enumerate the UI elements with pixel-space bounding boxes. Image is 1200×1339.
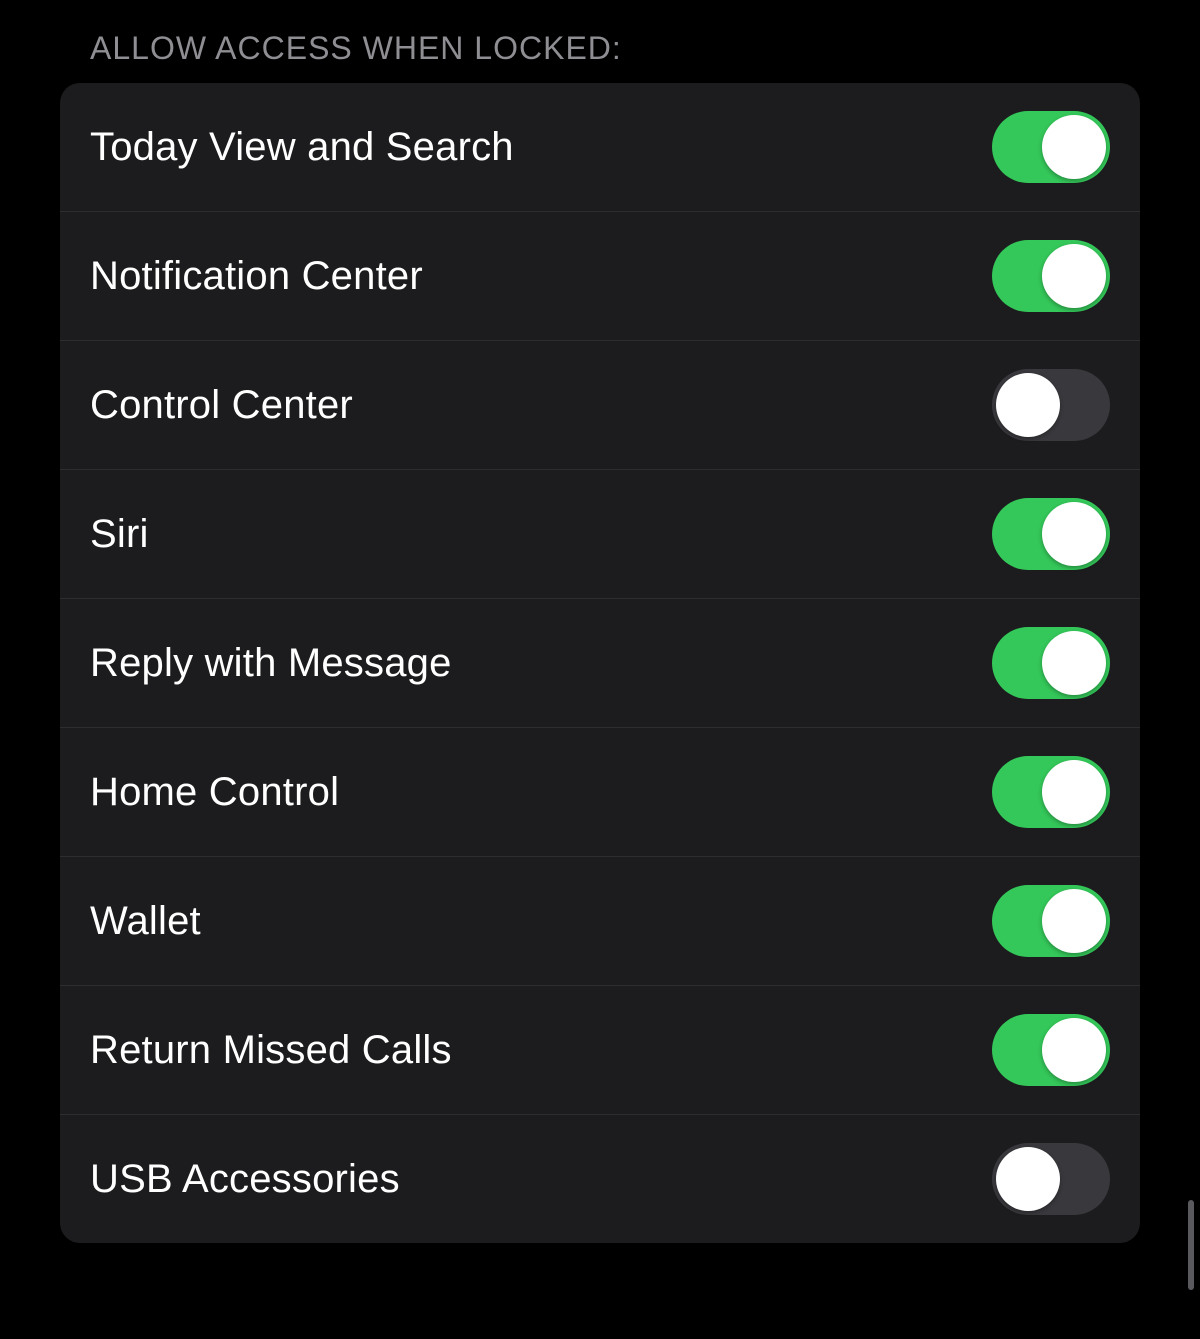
setting-label: USB Accessories (90, 1157, 400, 1202)
section-header: ALLOW ACCESS WHEN LOCKED: (60, 30, 1140, 67)
setting-row-wallet: Wallet (60, 857, 1140, 986)
toggle-knob (1042, 760, 1106, 824)
setting-row-notification-center: Notification Center (60, 212, 1140, 341)
toggle-knob (1042, 1018, 1106, 1082)
setting-row-reply-with-message: Reply with Message (60, 599, 1140, 728)
toggle-notification-center[interactable] (992, 240, 1110, 312)
setting-row-control-center: Control Center (60, 341, 1140, 470)
setting-label: Siri (90, 512, 149, 557)
setting-label: Notification Center (90, 254, 423, 299)
toggle-return-missed-calls[interactable] (992, 1014, 1110, 1086)
setting-row-today-view-and-search: Today View and Search (60, 83, 1140, 212)
toggle-siri[interactable] (992, 498, 1110, 570)
toggle-knob (1042, 889, 1106, 953)
setting-row-return-missed-calls: Return Missed Calls (60, 986, 1140, 1115)
toggle-knob (1042, 631, 1106, 695)
toggle-knob (996, 1147, 1060, 1211)
setting-row-usb-accessories: USB Accessories (60, 1115, 1140, 1243)
toggle-knob (1042, 502, 1106, 566)
setting-label: Return Missed Calls (90, 1028, 452, 1073)
setting-label: Control Center (90, 383, 353, 428)
setting-label: Today View and Search (90, 125, 514, 170)
setting-row-siri: Siri (60, 470, 1140, 599)
toggle-wallet[interactable] (992, 885, 1110, 957)
toggle-today-view-and-search[interactable] (992, 111, 1110, 183)
toggle-control-center[interactable] (992, 369, 1110, 441)
toggle-home-control[interactable] (992, 756, 1110, 828)
setting-row-home-control: Home Control (60, 728, 1140, 857)
toggle-reply-with-message[interactable] (992, 627, 1110, 699)
setting-label: Wallet (90, 899, 201, 944)
toggle-knob (996, 373, 1060, 437)
setting-label: Reply with Message (90, 641, 452, 686)
scrollbar-indicator[interactable] (1188, 1200, 1194, 1290)
setting-label: Home Control (90, 770, 339, 815)
toggle-knob (1042, 115, 1106, 179)
toggle-usb-accessories[interactable] (992, 1143, 1110, 1215)
settings-panel: Today View and Search Notification Cente… (60, 83, 1140, 1243)
toggle-knob (1042, 244, 1106, 308)
